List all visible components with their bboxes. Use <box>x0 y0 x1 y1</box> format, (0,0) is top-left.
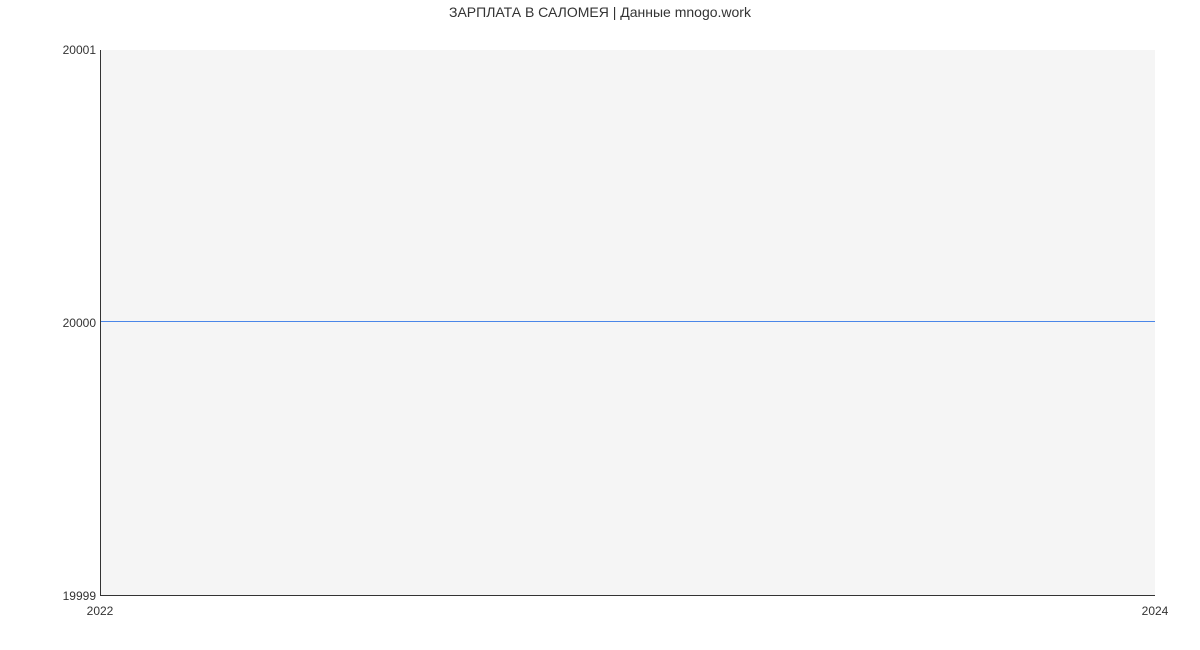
y-tick-label: 19999 <box>6 590 96 602</box>
y-tick-label: 20000 <box>6 317 96 329</box>
y-tick-label: 20001 <box>6 44 96 56</box>
x-tick-label: 2024 <box>1125 604 1185 618</box>
chart: ЗАРПЛАТА В САЛОМЕЯ | Данные mnogo.work 2… <box>0 0 1200 650</box>
x-tick-label: 2022 <box>70 604 130 618</box>
chart-title: ЗАРПЛАТА В САЛОМЕЯ | Данные mnogo.work <box>0 4 1200 20</box>
plot-area <box>100 50 1155 596</box>
series-line <box>101 321 1155 322</box>
